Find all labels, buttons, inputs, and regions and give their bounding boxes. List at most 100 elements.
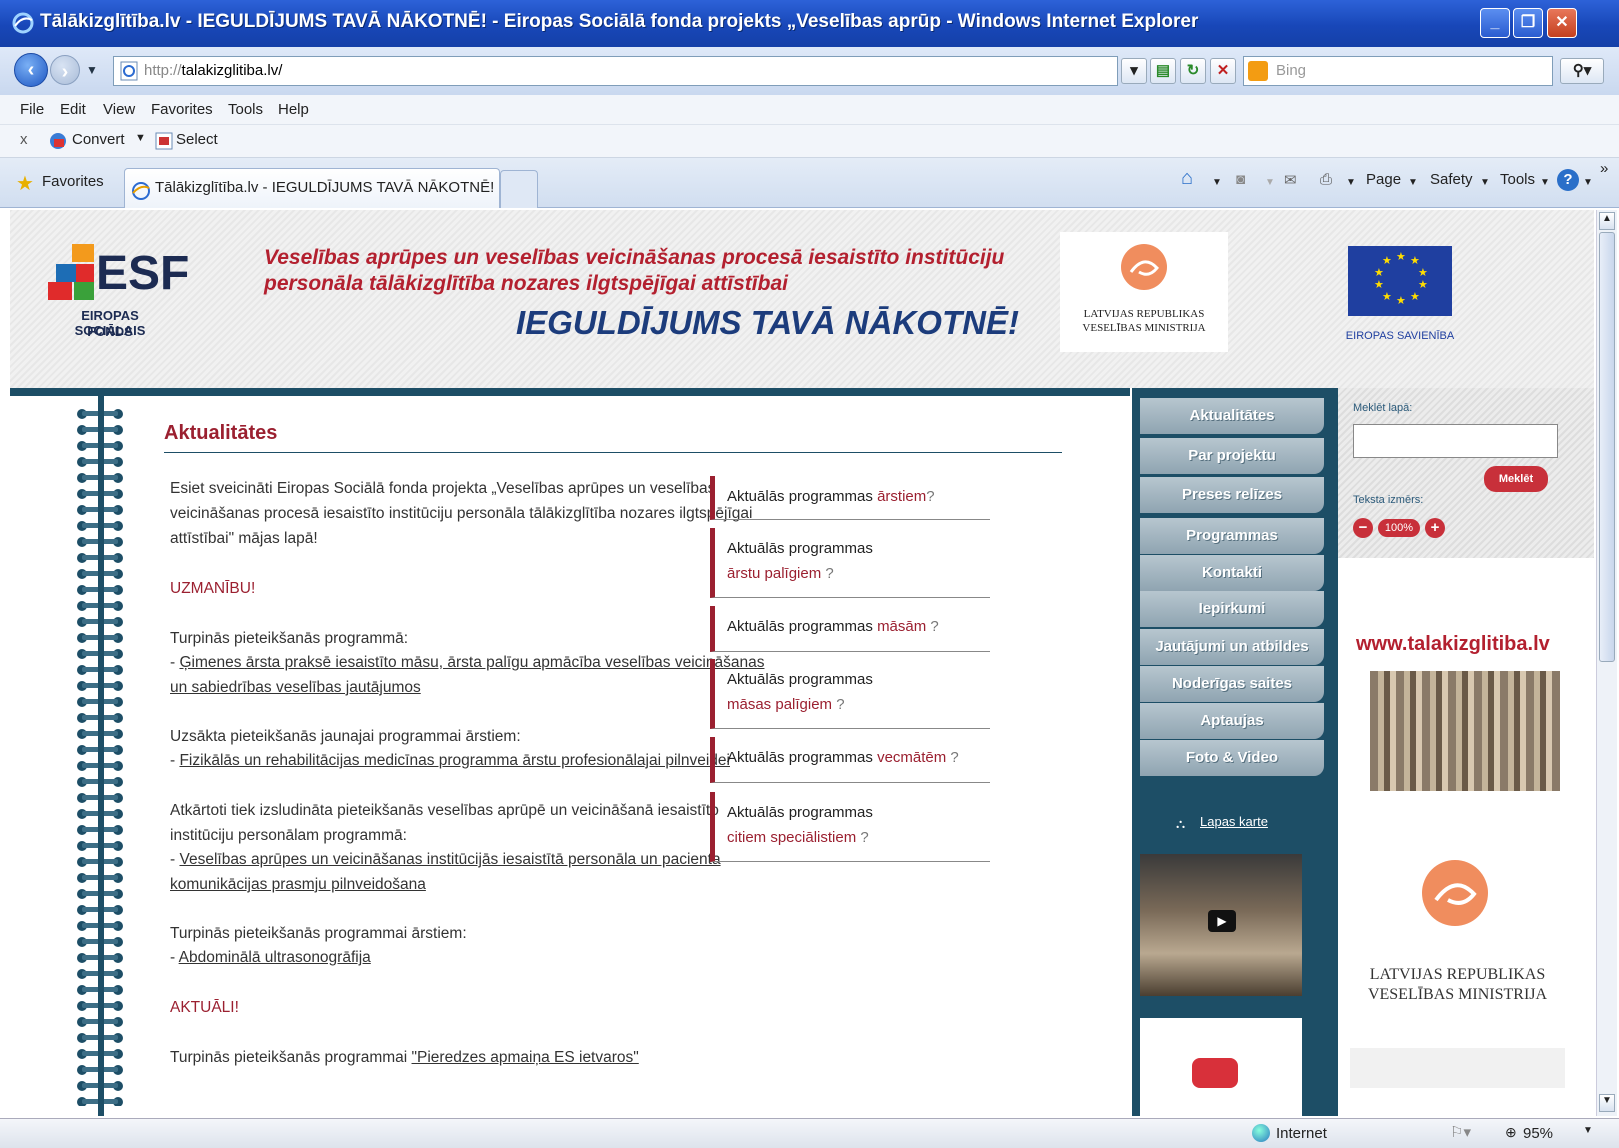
program-specialists[interactable]: Aktuālās programmas citiem speciālistiem … — [710, 792, 990, 862]
tools-dropdown-icon[interactable]: ▼ — [1540, 177, 1550, 188]
compatibility-view-icon[interactable]: ▤ — [1150, 58, 1176, 84]
p4-link[interactable]: Abdominālā ultrasonogrāfija — [179, 949, 371, 966]
safety-menu[interactable]: Safety — [1430, 171, 1473, 188]
zoom-icon[interactable]: ⊕ — [1505, 1124, 1517, 1141]
maximize-button[interactable]: ❐ — [1513, 8, 1543, 38]
forward-button[interactable]: › — [50, 55, 80, 85]
nav-foto-video[interactable]: Foto & Video — [1140, 740, 1324, 776]
talakizglitiba-banner[interactable]: www.talakizglitiba.lv — [1350, 623, 1565, 798]
print-icon[interactable]: ⎙ — [1320, 171, 1332, 188]
sitemap-link[interactable]: Lapas karte — [1200, 814, 1268, 829]
scroll-down-icon[interactable]: ▼ — [1599, 1094, 1615, 1112]
nav-preses-relizes[interactable]: Preses relīzes — [1140, 477, 1324, 513]
close-toolbar-button[interactable]: x — [20, 131, 28, 148]
menu-view[interactable]: View — [103, 95, 135, 125]
minimize-button[interactable]: _ — [1480, 8, 1510, 38]
help-dropdown-icon[interactable]: ▼ — [1583, 177, 1593, 188]
program-nurse-assistants-target[interactable]: māsas palīgiem — [727, 696, 832, 713]
zoom-level[interactable]: 95% — [1523, 1125, 1553, 1142]
feeds-icon[interactable]: ◙ — [1236, 171, 1245, 188]
scroll-up-icon[interactable]: ▲ — [1599, 212, 1615, 230]
p1-link[interactable]: Ģimenes ārsta praksē iesaistīto māsu, ār… — [170, 654, 764, 696]
search-input[interactable]: Bing — [1243, 56, 1553, 86]
program-midwives-target[interactable]: vecmātēm — [877, 749, 946, 766]
page-menu[interactable]: Page — [1366, 171, 1401, 188]
address-bar[interactable]: http://talakizglitiba.lv/ — [113, 56, 1118, 86]
nav-aktualitates[interactable]: Aktualitātes — [1140, 398, 1324, 434]
program-assistants-target[interactable]: ārstu palīgiem — [727, 565, 821, 582]
ie-logo-icon — [12, 12, 34, 34]
program-specialists-target[interactable]: citiem speciālistiem — [727, 829, 856, 846]
vertical-scrollbar[interactable]: ▲ ▼ — [1596, 210, 1617, 1116]
program-doctors-target[interactable]: ārstiem — [877, 488, 926, 505]
new-tab-button[interactable] — [500, 170, 538, 208]
header-slogan: IEGULDĪJUMS TAVĀ NĀKOTNĒ! — [516, 304, 1019, 341]
books-image — [1370, 671, 1560, 791]
safety-dropdown-icon[interactable]: ▼ — [1480, 177, 1490, 188]
program-doctors[interactable]: Aktuālās programmas ārstiem? — [710, 476, 990, 520]
refresh-icon[interactable]: ↻ — [1180, 58, 1206, 84]
video-thumbnail[interactable]: ▶ — [1140, 854, 1302, 996]
chevron-more-icon[interactable]: » — [1600, 160, 1608, 177]
menu-favorites[interactable]: Favorites — [151, 95, 213, 125]
protected-mode-icon[interactable]: ⚐▾ — [1450, 1123, 1471, 1141]
print-dropdown-icon[interactable]: ▼ — [1346, 177, 1356, 188]
nav-noderigas-saites[interactable]: Noderīgas saites — [1140, 666, 1324, 702]
tab-active[interactable]: Tālākizglītība.lv - IEGULDĪJUMS TAVĀ NĀK… — [124, 168, 500, 208]
nav-par-projektu[interactable]: Par projektu — [1140, 438, 1324, 474]
stop-icon[interactable]: ✕ — [1210, 58, 1236, 84]
svg-text:★: ★ — [1396, 251, 1406, 263]
menu-help[interactable]: Help — [278, 95, 309, 125]
history-dropdown-icon[interactable]: ▼ — [86, 63, 98, 77]
page-viewport: ESF EIROPAS SOCIĀLAIS FONDS Veselības ap… — [10, 210, 1594, 1116]
scroll-thumb[interactable] — [1599, 232, 1615, 662]
ministry-banner[interactable]: LATVIJAS REPUBLIKAS VESELĪBAS MINISTRIJA — [1350, 838, 1565, 1028]
p2-link[interactable]: Fizikālās un rehabilitācijas medicīnas p… — [179, 752, 730, 769]
title-bar: Tālākizglītība.lv - IEGULDĪJUMS TAVĀ NĀK… — [0, 0, 1619, 47]
p4-dash: - — [170, 949, 179, 966]
program-assistants[interactable]: Aktuālās programmas ārstu palīgiem ? — [710, 528, 990, 598]
p5-link[interactable]: "Pieredzes apmaiņa ES ietvaros" — [412, 1049, 639, 1066]
decrease-text-icon[interactable]: − — [1353, 518, 1373, 538]
increase-text-icon[interactable]: + — [1425, 518, 1445, 538]
favorites-button[interactable]: Favorites — [42, 173, 104, 190]
nav-programmas[interactable]: Programmas — [1140, 518, 1324, 554]
site-search-button[interactable]: Meklēt — [1484, 466, 1548, 492]
program-nurses[interactable]: Aktuālās programmas māsām ? — [710, 606, 990, 652]
nav-kontakti[interactable]: Kontakti — [1140, 555, 1324, 591]
site-search-input[interactable] — [1353, 424, 1558, 458]
svg-text:★: ★ — [1374, 279, 1384, 291]
home-icon[interactable]: ⌂ — [1181, 167, 1193, 190]
back-button[interactable]: ‹ — [14, 53, 48, 87]
program-specialists-q: ? — [856, 829, 869, 846]
home-dropdown-icon[interactable]: ▼ — [1212, 177, 1222, 188]
menu-edit[interactable]: Edit — [60, 95, 86, 125]
convert-button[interactable]: Convert — [72, 131, 125, 148]
select-button[interactable]: Select — [176, 131, 218, 148]
play-icon[interactable]: ▶ — [1208, 910, 1236, 932]
tools-menu[interactable]: Tools — [1500, 171, 1535, 188]
close-button[interactable]: ✕ — [1547, 8, 1577, 38]
menu-file[interactable]: File — [20, 95, 44, 125]
esf-logo: ESF — [96, 247, 190, 300]
program-doctors-prefix: Aktuālās programmas — [727, 488, 878, 505]
nav-iepirkumi[interactable]: Iepirkumi — [1140, 591, 1324, 627]
program-midwives[interactable]: Aktuālās programmas vecmātēm ? — [710, 737, 990, 783]
esf-strip-banner[interactable] — [1350, 1048, 1565, 1088]
program-nurses-target[interactable]: māsām — [877, 618, 926, 635]
program-nurse-assistants[interactable]: Aktuālās programmas māsas palīgiem ? — [710, 659, 990, 729]
zoom-dropdown-icon[interactable]: ▼ — [1583, 1125, 1593, 1136]
address-dropdown-icon[interactable]: ▾ — [1121, 58, 1147, 84]
nav-aptaujas[interactable]: Aptaujas — [1140, 703, 1324, 739]
mail-icon[interactable]: ✉ — [1284, 171, 1297, 189]
convert-dropdown-icon[interactable]: ▼ — [135, 132, 146, 144]
feeds-dropdown-icon[interactable]: ▼ — [1265, 177, 1275, 188]
partner-banner[interactable] — [1140, 1018, 1302, 1116]
p3-link[interactable]: Veselības aprūpes un veicināšanas instit… — [170, 851, 721, 893]
menu-tools[interactable]: Tools — [228, 95, 263, 125]
page-dropdown-icon[interactable]: ▼ — [1408, 177, 1418, 188]
search-button-icon[interactable]: ⚲▾ — [1560, 58, 1604, 84]
program-specialists-prefix: Aktuālās programmas — [727, 804, 873, 821]
nav-jautajumi[interactable]: Jautājumi un atbildes — [1140, 629, 1324, 665]
help-icon[interactable]: ? — [1557, 169, 1579, 191]
